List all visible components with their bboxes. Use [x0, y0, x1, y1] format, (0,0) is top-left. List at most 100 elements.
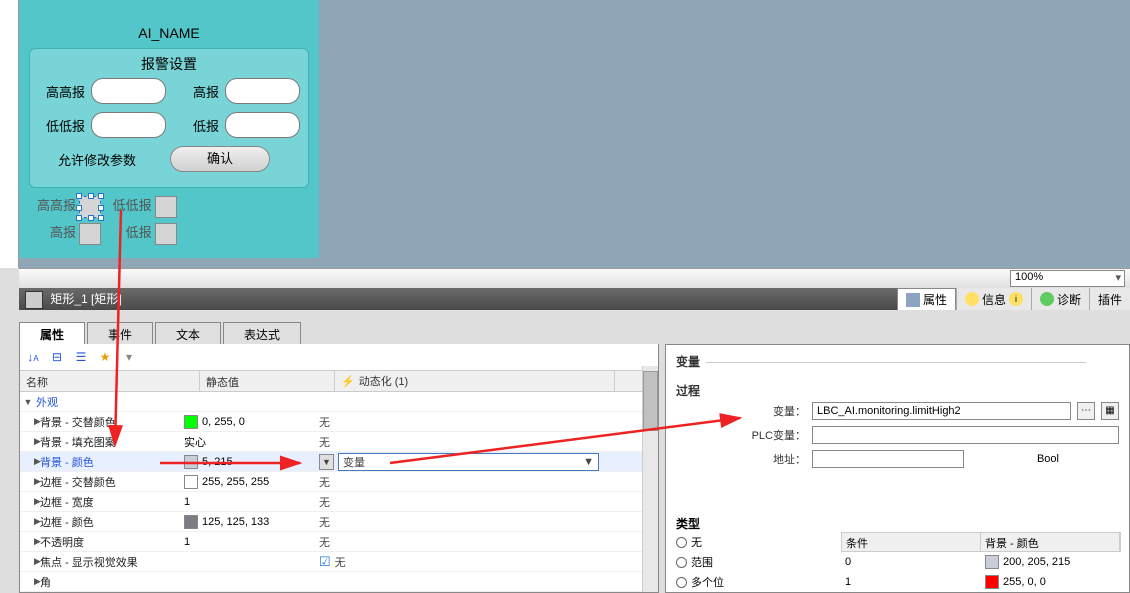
dynamic-dropdown[interactable]: 变量▼ [338, 453, 599, 471]
confirm-button[interactable]: 确认 [170, 146, 270, 172]
indicator-strip: 高高报 低低报 高报 低报 [29, 195, 254, 250]
vertical-scrollbar[interactable] [642, 366, 658, 592]
property-row[interactable]: ▶背景 - 填充图案实心无 [20, 432, 658, 452]
design-canvas[interactable]: AI_NAME 报警设置 高高报 高报 低低报 低报 允许修改参数 确认 高 [19, 0, 1130, 268]
property-name: 背景 - 颜色 [36, 454, 184, 470]
subtab-text[interactable]: 文本 [155, 322, 221, 344]
property-name: 不透明度 [36, 534, 184, 550]
expand-toggle[interactable]: ▶ [20, 416, 36, 427]
field-low[interactable] [225, 112, 300, 138]
header-dynamic[interactable]: ⚡动态化 (1) [335, 371, 615, 391]
property-name: 边框 - 宽度 [36, 494, 184, 510]
property-row[interactable]: ▶边框 - 交替颜色255, 255, 255无 [20, 472, 658, 492]
allow-edit-label: 允许修改参数 [38, 150, 136, 169]
category-icon[interactable]: ⊟ [48, 348, 66, 366]
expand-toggle[interactable]: ▶ [20, 576, 36, 587]
cond-header-condition[interactable]: 条件 [842, 533, 981, 551]
bolt-icon: ⚡ [341, 375, 355, 388]
zoom-bar: 100% [19, 268, 1130, 288]
star-icon[interactable]: ★ [96, 348, 114, 366]
indicator-ll[interactable] [155, 196, 177, 218]
cond-header-bg[interactable]: 背景 - 颜色 [981, 533, 1120, 551]
static-value-cell[interactable]: 255, 255, 255 [184, 475, 319, 489]
static-value-cell[interactable]: 5, 215 [184, 455, 319, 469]
radio-range[interactable]: 范围 [676, 552, 836, 572]
dynamic-cell[interactable]: 无 [319, 474, 599, 490]
expand-toggle[interactable]: ▶ [20, 536, 36, 547]
tree-root-row[interactable]: ▼ 外观 [20, 392, 658, 412]
color-swatch [184, 515, 198, 529]
dynamic-cell[interactable]: ▼变量▼ [319, 453, 599, 471]
expand-toggle[interactable]: ▶ [20, 476, 36, 487]
ai-name-label: AI_NAME [19, 25, 319, 41]
property-row[interactable]: ▶边框 - 宽度1无 [20, 492, 658, 512]
zoom-dropdown[interactable]: 100% [1010, 270, 1125, 287]
tab-plugins[interactable]: 插件 [1089, 288, 1130, 310]
property-body: ▼ 外观 ▶背景 - 交替颜色0, 255, 0无▶背景 - 填充图案实心无▶背… [20, 392, 658, 592]
field-high-high[interactable] [91, 78, 166, 104]
scrollbar-thumb[interactable] [643, 371, 658, 431]
expand-toggle[interactable]: ▶ [20, 496, 36, 507]
cond-row[interactable]: 1255, 0, 0 [841, 572, 1121, 592]
expand-toggle[interactable]: ▶ [20, 456, 36, 467]
subtab-expression[interactable]: 表达式 [223, 322, 301, 344]
property-row[interactable]: ▶焦点 - 显示视觉效果☑无 [20, 552, 658, 572]
plc-variable-input[interactable] [812, 426, 1119, 444]
browse2-button[interactable]: ▦ [1101, 402, 1119, 420]
radio-icon [676, 557, 687, 568]
indicator-hh-selected[interactable] [79, 196, 101, 218]
indicator-h[interactable] [79, 223, 101, 245]
subtab-events[interactable]: 事件 [87, 322, 153, 344]
variable-input[interactable] [812, 402, 1071, 420]
dynamic-cell[interactable]: ☑无 [319, 554, 599, 570]
field-low-low[interactable] [91, 112, 166, 138]
color-swatch [985, 575, 999, 589]
header-static[interactable]: 静态值 [200, 371, 335, 391]
property-row[interactable]: ▶边框 - 颜色125, 125, 133无 [20, 512, 658, 532]
expand-toggle[interactable]: ▶ [20, 436, 36, 447]
radio-none[interactable]: 无 [676, 532, 836, 552]
static-value-cell[interactable]: 1 [184, 536, 319, 548]
ind-label-h: 高报 [29, 222, 76, 241]
dropdown-arrow-icon[interactable]: ▼ [319, 454, 334, 470]
vertical-ruler [0, 0, 19, 268]
address-input[interactable] [812, 450, 964, 468]
static-value-cell[interactable]: 0, 255, 0 [184, 415, 319, 429]
static-value-cell[interactable]: 1 [184, 496, 319, 508]
dynamic-cell[interactable]: 无 [319, 414, 599, 430]
flag-icon[interactable]: ▾ [120, 348, 138, 366]
address-type: Bool [970, 453, 1119, 465]
browse-button[interactable]: ⋯ [1077, 402, 1095, 420]
tab-properties[interactable]: 属性 [897, 288, 956, 310]
radio-multi[interactable]: 多个位 [676, 572, 836, 592]
dynamic-cell[interactable]: 无 [319, 434, 599, 450]
subtab-properties[interactable]: 属性 [19, 322, 85, 344]
cond-row[interactable]: 0200, 205, 215 [841, 552, 1121, 572]
hmi-faceplate[interactable]: AI_NAME 报警设置 高高报 高报 低低报 低报 允许修改参数 确认 高 [19, 0, 319, 258]
field-high[interactable] [225, 78, 300, 104]
property-row[interactable]: ▶背景 - 颜色5, 215▼变量▼ [20, 452, 658, 472]
property-row[interactable]: ▶角 [20, 572, 658, 592]
sub-tabs: 属性 事件 文本 表达式 [19, 322, 659, 344]
dynamic-cell[interactable]: 无 [319, 494, 599, 510]
property-row[interactable]: ▶不透明度1无 [20, 532, 658, 552]
alarm-title: 报警设置 [30, 49, 308, 74]
expand-toggle[interactable]: ▶ [20, 516, 36, 527]
indicator-l[interactable] [155, 223, 177, 245]
label-plc-variable: PLC变量： [676, 427, 806, 443]
list-icon[interactable]: ☰ [72, 348, 90, 366]
static-value-cell[interactable]: 125, 125, 133 [184, 515, 319, 529]
property-row[interactable]: ▶背景 - 交替颜色0, 255, 0无 [20, 412, 658, 432]
property-name: 背景 - 交替颜色 [36, 414, 184, 430]
tab-diagnostics[interactable]: 诊断 [1031, 288, 1089, 310]
tab-info[interactable]: 信息i [956, 288, 1031, 310]
expand-toggle[interactable]: ▼ [20, 397, 36, 407]
expand-toggle[interactable]: ▶ [20, 556, 36, 567]
header-name[interactable]: 名称 [20, 371, 200, 391]
static-value-cell[interactable]: 实心 [184, 434, 319, 450]
dynamic-cell[interactable]: 无 [319, 534, 599, 550]
sort-icon[interactable]: ↓A [24, 348, 42, 366]
collapse-toggle-icon[interactable] [25, 291, 43, 309]
dynamic-cell[interactable]: 无 [319, 514, 599, 530]
chevron-down-icon: ▼ [583, 456, 594, 468]
